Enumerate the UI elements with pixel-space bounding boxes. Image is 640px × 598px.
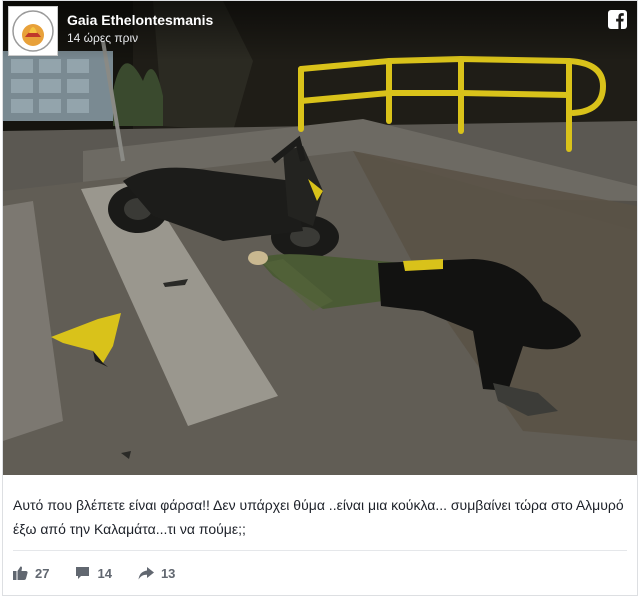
comment-count: 14	[97, 565, 112, 581]
thumbs-up-icon	[13, 566, 28, 580]
page-name[interactable]: Gaia Ethelontesmanis	[67, 12, 213, 28]
comment-stat[interactable]: 14	[75, 565, 112, 581]
facebook-post-card: Gaia Ethelontesmanis 14 ώρες πριν Αυτό π…	[2, 0, 638, 596]
share-arrow-icon	[138, 566, 154, 579]
photo-scene	[3, 1, 637, 475]
divider	[13, 550, 627, 551]
post-photo[interactable]: Gaia Ethelontesmanis 14 ώρες πριν	[3, 1, 637, 475]
like-count: 27	[35, 565, 50, 581]
engagement-stats: 27 14 13	[13, 563, 175, 583]
facebook-icon[interactable]	[608, 10, 627, 29]
post-caption: Αυτό που βλέπετε είναι φάρσα!! Δεν υπάρχ…	[13, 497, 624, 537]
share-stat[interactable]: 13	[138, 566, 175, 581]
like-stat[interactable]: 27	[13, 566, 49, 581]
post-timestamp[interactable]: 14 ώρες πριν	[67, 31, 138, 45]
page-avatar[interactable]	[8, 6, 58, 56]
gaia-logo-icon	[12, 10, 54, 52]
speech-bubble-icon	[76, 567, 90, 579]
share-count: 13	[160, 565, 176, 581]
